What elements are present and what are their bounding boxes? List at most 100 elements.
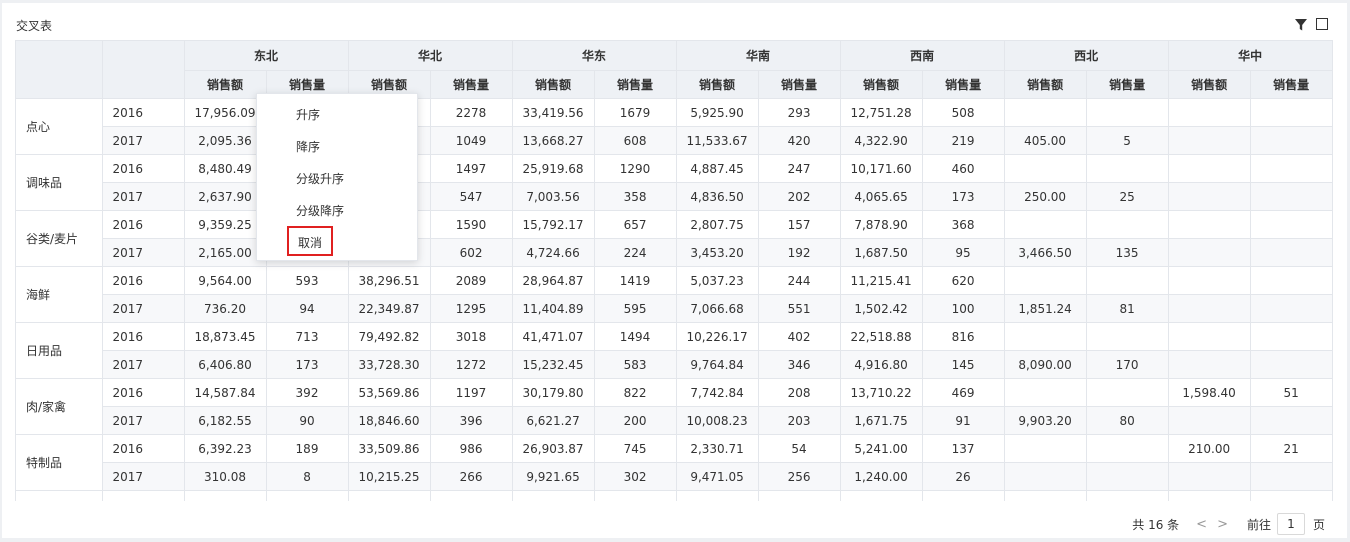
table-cell (1168, 98, 1251, 127)
header-region[interactable]: 西北 (1004, 41, 1169, 71)
table-cell (1086, 490, 1169, 501)
table-cell: 608 (594, 126, 677, 155)
panel-title: 交叉表 (16, 19, 53, 33)
table-cell (1168, 266, 1251, 295)
filter-icon[interactable] (1294, 18, 1308, 32)
table-cell: 396 (430, 406, 513, 435)
next-page-icon[interactable]: > (1217, 517, 1228, 532)
row-category: 日用品 (16, 322, 103, 379)
context-menu-item[interactable]: 分级升序 (287, 164, 353, 194)
table-cell: 346 (758, 350, 841, 379)
table-cell (1250, 294, 1333, 323)
row-year: 2016 (102, 322, 185, 351)
table-cell: 13,668.27 (512, 126, 595, 155)
table-cell: 11,533.67 (676, 126, 759, 155)
table-cell: 2,165.00 (184, 238, 267, 267)
table-row: 日用品 2016 18,873.45 713 79,492.82 3018 41,471.0… (16, 322, 1333, 379)
table-cell (1086, 210, 1169, 239)
header-measure[interactable]: 销售量 (430, 70, 513, 99)
table-cell (1168, 294, 1251, 323)
row-category: 特制品 (16, 434, 103, 491)
header-measure[interactable]: 销售额 (840, 70, 923, 99)
table-cell: 79,492.82 (348, 322, 431, 351)
table-cell: 210.00 (1168, 434, 1251, 463)
header-measure[interactable]: 销售量 (1250, 70, 1333, 99)
header-region[interactable]: 华南 (676, 41, 841, 71)
context-menu-item[interactable]: 取消 (287, 226, 334, 256)
header-measure[interactable]: 销售量 (922, 70, 1005, 99)
table-cell (1168, 238, 1251, 267)
table-cell: 302 (594, 462, 677, 491)
row-category: 谷类/麦片 (16, 210, 103, 267)
cross-table-grid: 东北 华北 华东 华南 西南 西北 华中 销售额 销售量 销售额 销售量 销售额 销售量 销售额 销售量销… (16, 41, 1333, 501)
page-number-input[interactable] (1276, 513, 1305, 535)
table-cell: 2,807.75 (676, 210, 759, 239)
table-cell: 1,851.24 (1004, 294, 1087, 323)
table-cell: 1295 (430, 294, 513, 323)
header-corner-category (16, 41, 103, 99)
table-row: 调味品 2016 8,480.49 1497 25,919.68 1290 4,887.45… (16, 154, 1333, 211)
table-cell: 3,453.20 (676, 238, 759, 267)
table-cell: 7,878.90 (840, 210, 923, 239)
row-year: 2017 (102, 182, 185, 211)
table-row: 2017 6,406.80 173 33,728.30 1272 15,232.45 583… (16, 350, 1333, 379)
table-cell: 9,903.20 (1004, 406, 1087, 435)
table-cell (1004, 322, 1087, 351)
table-cell: 8 (266, 462, 349, 491)
header-measure[interactable]: 销售额 (1168, 70, 1251, 99)
table-cell: 9,359.25 (184, 210, 267, 239)
table-cell: 95 (922, 238, 1005, 267)
table-cell (758, 490, 841, 501)
header-measure[interactable]: 销售额 (512, 70, 595, 99)
table-cell: 41,471.07 (512, 322, 595, 351)
table-cell: 15,792.17 (512, 210, 595, 239)
table-cell: 145 (922, 350, 1005, 379)
table-cell: 25 (1086, 182, 1169, 211)
prev-page-icon[interactable]: < (1196, 517, 1207, 532)
header-measure[interactable]: 销售额 (676, 70, 759, 99)
table-cell: 135 (1086, 238, 1169, 267)
context-menu-item[interactable]: 降序 (287, 132, 329, 162)
header-measure[interactable]: 销售量 (594, 70, 677, 99)
table-cell: 189 (266, 434, 349, 463)
table-cell (840, 490, 923, 501)
table-cell: 713 (266, 322, 349, 351)
header-region[interactable]: 华北 (348, 41, 513, 71)
header-region[interactable]: 西南 (840, 41, 1005, 71)
table-cell: 203 (758, 406, 841, 435)
table-cell: 173 (922, 182, 1005, 211)
table-cell: 80 (1086, 406, 1169, 435)
page-suffix: 页 (1312, 517, 1325, 532)
header-measure[interactable]: 销售量 (758, 70, 841, 99)
table-cell: 1,502.42 (840, 294, 923, 323)
context-menu-item[interactable]: 升序 (287, 100, 329, 130)
row-category: 调味品 (16, 154, 103, 211)
table-cell (1004, 378, 1087, 407)
header-corner-year (102, 41, 185, 99)
header-region[interactable]: 华中 (1168, 41, 1333, 71)
header-region[interactable]: 华东 (512, 41, 677, 71)
table-cell: 4,724.66 (512, 238, 595, 267)
table-cell (1250, 182, 1333, 211)
context-menu-item[interactable]: 分级降序 (287, 196, 353, 226)
table-cell (1004, 462, 1087, 491)
table-cell: 4,322.90 (840, 126, 923, 155)
goto-label: 前往 (1246, 517, 1271, 532)
table-cell (1250, 462, 1333, 491)
table-cell: 358 (594, 182, 677, 211)
table-row: 2017 2,095.36 1049 13,668.27 608 11,533.67 420… (16, 126, 1333, 155)
header-measure[interactable]: 销售量 (1086, 70, 1169, 99)
maximize-icon[interactable] (1316, 18, 1328, 30)
table-cell: 91 (922, 406, 1005, 435)
table-cell (430, 490, 513, 501)
table-cell: 10,008.23 (676, 406, 759, 435)
table-cell (1250, 490, 1333, 501)
table-cell (266, 490, 349, 501)
table-cell: 745 (594, 434, 677, 463)
table-cell (1250, 154, 1333, 183)
table-cell (1086, 434, 1169, 463)
header-measure[interactable]: 销售额 (184, 70, 267, 99)
header-region[interactable]: 东北 (184, 41, 349, 71)
header-measure[interactable]: 销售额 (1004, 70, 1087, 99)
table-cell: 7,066.68 (676, 294, 759, 323)
